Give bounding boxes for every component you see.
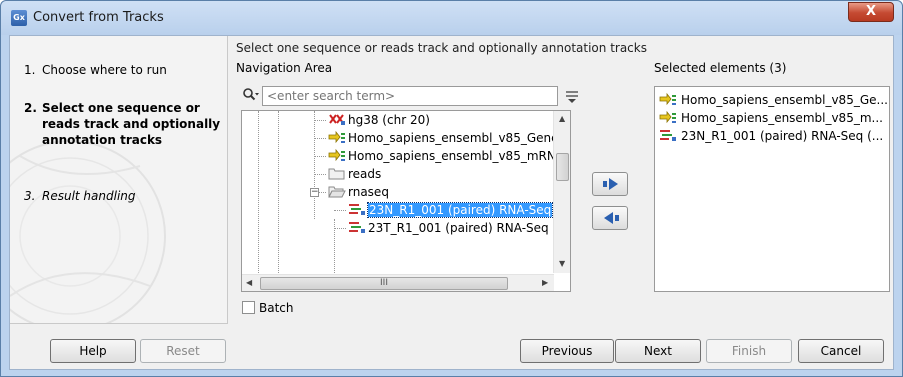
- wizard-steps-panel: 1. Choose where to run 2. Select one seq…: [10, 36, 228, 324]
- annotation-track-icon: [328, 130, 345, 144]
- scroll-right-icon[interactable]: ▶: [542, 278, 548, 287]
- reset-button[interactable]: Reset: [140, 339, 226, 363]
- tree-item-23n-reads[interactable]: 23N_R1_001 (paired) RNA-Seq: [348, 201, 554, 219]
- tree-guide-line: [334, 228, 346, 229]
- annotation-track-icon: [659, 92, 676, 106]
- main-panel: Select one sequence or reads track and o…: [236, 36, 891, 324]
- folder-open-icon: [328, 186, 346, 198]
- batch-checkbox[interactable]: [242, 301, 255, 314]
- tree-item-label: reads: [348, 167, 382, 181]
- selected-item-label: Homo_sapiens_ensembl_v85_Ge...: [681, 93, 888, 107]
- tree-guide-line: [314, 111, 315, 219]
- search-row: [242, 86, 582, 106]
- cancel-button[interactable]: Cancel: [798, 339, 884, 363]
- tree-guide-line: [334, 210, 346, 211]
- tree-item-23t-reads[interactable]: 23T_R1_001 (paired) RNA-Seq: [348, 219, 549, 237]
- vertical-scroll-thumb[interactable]: [556, 153, 569, 181]
- step-number: 3.: [24, 189, 36, 203]
- tree-item-reads-folder[interactable]: reads: [328, 165, 381, 183]
- tree-guide-line: [314, 156, 326, 157]
- tree-guide-line: [314, 138, 326, 139]
- selected-elements-label: Selected elements (3): [654, 61, 787, 75]
- filter-icon[interactable]: [564, 88, 580, 104]
- tree-guide-line: [319, 192, 326, 193]
- horizontal-scroll-thumb[interactable]: III: [260, 277, 508, 290]
- tree-guide-line: [314, 120, 326, 121]
- tree-item-label: 23T_R1_001 (paired) RNA-Seq: [368, 221, 549, 235]
- tree-item-genes-annotation[interactable]: Homo_sapiens_ensembl_v85_Genes: [328, 129, 565, 147]
- selected-item-mrna[interactable]: Homo_sapiens_ensembl_v85_m...: [659, 109, 883, 127]
- tree-item-label: hg38 (chr 20): [348, 113, 430, 127]
- reads-track-icon: [349, 204, 365, 215]
- selected-item-reads[interactable]: 23N_R1_001 (paired) RNA-Seq (...: [659, 127, 883, 145]
- annotation-track-icon: [659, 110, 676, 124]
- folder-icon: [328, 168, 345, 180]
- reads-track-icon: [349, 222, 365, 233]
- tree-item-mrna-annotation[interactable]: Homo_sapiens_ensembl_v85_mRNA: [328, 147, 564, 165]
- tree-guide-line: [314, 174, 326, 175]
- window-title: Convert from Tracks: [33, 10, 164, 25]
- tree-item-label: 23N_R1_001 (paired) RNA-Seq: [366, 202, 554, 218]
- tree-item-rnaseq-folder[interactable]: rnaseq: [328, 183, 389, 201]
- instruction-text: Select one sequence or reads track and o…: [236, 41, 647, 55]
- reads-track-icon: [660, 130, 676, 141]
- dialog-body: 1. Choose where to run 2. Select one seq…: [9, 35, 894, 370]
- navigation-area-label: Navigation Area: [236, 61, 333, 75]
- step-label: Choose where to run: [42, 63, 167, 77]
- selected-item-genes[interactable]: Homo_sapiens_ensembl_v85_Ge...: [659, 91, 888, 109]
- next-button[interactable]: Next: [615, 339, 701, 363]
- step-number: 1.: [24, 63, 36, 77]
- search-input[interactable]: [262, 86, 558, 106]
- selected-item-label: 23N_R1_001 (paired) RNA-Seq (...: [681, 129, 884, 143]
- sequence-track-icon: [329, 114, 345, 125]
- arrow-right-icon: [603, 178, 618, 190]
- add-to-selection-button[interactable]: [592, 172, 628, 196]
- selected-item-label: Homo_sapiens_ensembl_v85_m...: [681, 111, 883, 125]
- tree-item-label: Homo_sapiens_ensembl_v85_mRNA: [348, 149, 565, 163]
- batch-label: Batch: [259, 301, 294, 315]
- batch-checkbox-row[interactable]: Batch: [242, 301, 294, 315]
- tree-item-hg38[interactable]: hg38 (chr 20): [328, 111, 430, 129]
- help-button[interactable]: Help: [50, 339, 136, 363]
- horizontal-scrollbar[interactable]: ◀ III ▶: [242, 274, 554, 291]
- arrow-left-icon: [604, 212, 619, 224]
- search-icon[interactable]: [242, 87, 260, 105]
- close-button[interactable]: X: [848, 2, 894, 22]
- scroll-up-icon[interactable]: ▲: [559, 114, 565, 123]
- remove-from-selection-button[interactable]: [592, 206, 628, 230]
- tree-item-label: rnaseq: [348, 185, 389, 199]
- dialog-footer: Help Reset Previous Next Finish Cancel: [10, 325, 895, 371]
- tree-guide-line: [278, 111, 279, 273]
- navigation-tree[interactable]: − hg38 (chr 20) Homo_sapiens_ensembl_v85…: [241, 110, 571, 292]
- scroll-left-icon[interactable]: ◀: [246, 278, 252, 287]
- selected-elements-list[interactable]: Homo_sapiens_ensembl_v85_Ge... Homo_sapi…: [654, 86, 890, 292]
- previous-button[interactable]: Previous: [520, 339, 614, 363]
- scroll-down-icon[interactable]: ▼: [559, 259, 565, 268]
- step-label: Result handling: [42, 189, 136, 203]
- tree-item-label: Homo_sapiens_ensembl_v85_Genes: [348, 131, 565, 145]
- step-label: Select one sequence or reads track and o…: [42, 101, 221, 147]
- finish-button[interactable]: Finish: [706, 339, 792, 363]
- vertical-scrollbar[interactable]: ▲ ▼: [553, 111, 570, 273]
- app-icon: Gx: [11, 10, 27, 26]
- collapse-toggle[interactable]: −: [310, 188, 319, 197]
- tree-guide-line: [258, 111, 259, 273]
- dialog-window: Gx Convert from Tracks X 1. Choose where…: [0, 0, 903, 377]
- step-number: 2.: [24, 101, 37, 115]
- title-bar[interactable]: Gx Convert from Tracks X: [1, 1, 902, 35]
- annotation-track-icon: [328, 148, 345, 162]
